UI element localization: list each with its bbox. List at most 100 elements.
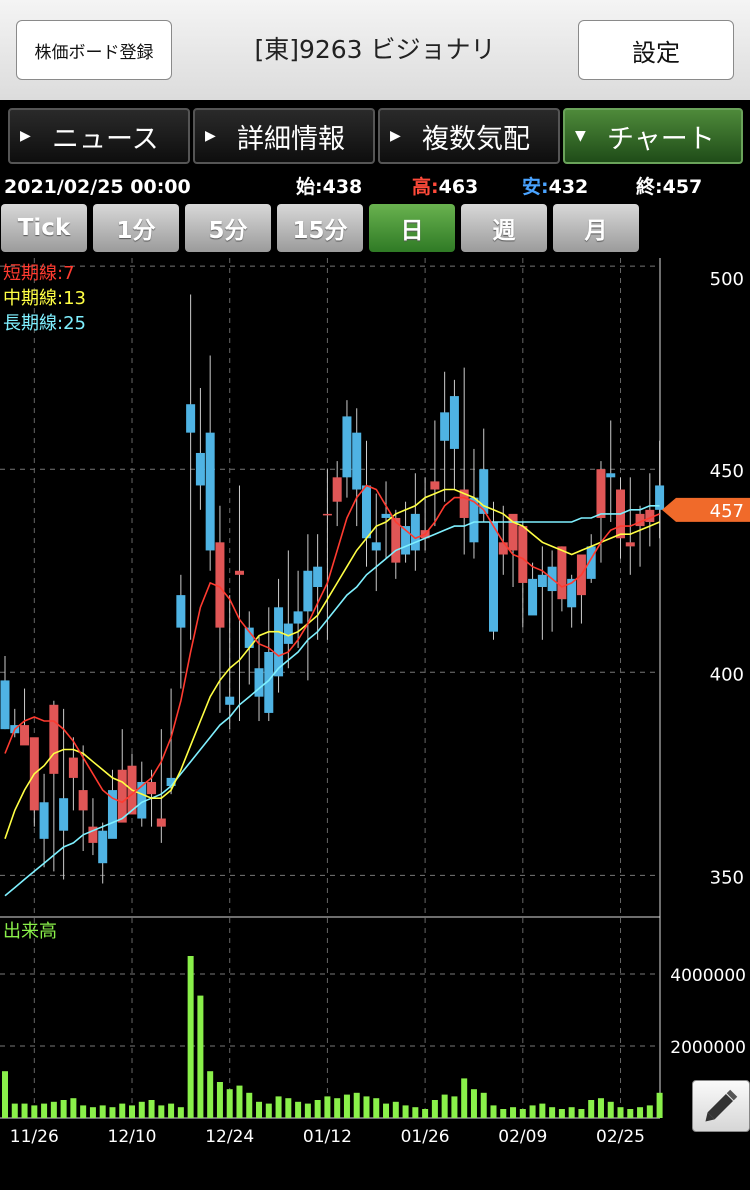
date-tick-label: 12/10 bbox=[108, 1127, 157, 1147]
candle-body bbox=[234, 570, 244, 575]
candle-body bbox=[537, 574, 547, 587]
close-value: 457 bbox=[662, 176, 703, 198]
date-tick-label: 12/24 bbox=[205, 1127, 254, 1147]
date-tick-label: 02/25 bbox=[596, 1127, 645, 1147]
volume-bar bbox=[246, 1092, 253, 1118]
legend-volume: 出来高 bbox=[3, 921, 57, 942]
volume-bar bbox=[529, 1105, 536, 1118]
volume-bar bbox=[89, 1107, 96, 1118]
volume-bar bbox=[226, 1089, 233, 1118]
volume-bar bbox=[353, 1092, 360, 1118]
candle-body bbox=[303, 570, 313, 612]
date-tick-label: 02/09 bbox=[498, 1127, 547, 1147]
pencil-icon bbox=[705, 1089, 738, 1122]
candle-body bbox=[225, 696, 235, 705]
volume-bar bbox=[383, 1103, 390, 1118]
volume-bar bbox=[324, 1096, 331, 1118]
candle-body bbox=[117, 769, 127, 823]
volume-bar bbox=[627, 1109, 634, 1118]
volume-bar bbox=[158, 1105, 165, 1118]
volume-bar bbox=[588, 1100, 595, 1118]
price-tick-label: 450 bbox=[710, 461, 744, 482]
volume-bar bbox=[70, 1098, 77, 1118]
candle-body bbox=[147, 781, 157, 795]
volume-bar bbox=[480, 1092, 487, 1118]
info-tabs: ▶ ニュース ▶ 詳細情報 ▶ 複数気配 ▼ チャート bbox=[0, 100, 750, 170]
tab-multi-quote[interactable]: ▶ 複数気配 bbox=[378, 108, 560, 164]
volume-bar bbox=[256, 1101, 263, 1118]
volume-bar bbox=[617, 1107, 624, 1118]
candle-body bbox=[342, 416, 352, 478]
volume-bar bbox=[80, 1105, 87, 1118]
candle-body bbox=[195, 452, 205, 486]
period-week-button[interactable]: 週 bbox=[461, 204, 547, 252]
volume-bar bbox=[422, 1109, 429, 1118]
volume-bar bbox=[539, 1103, 546, 1118]
tab-news[interactable]: ▶ ニュース bbox=[8, 108, 190, 164]
period-month-button[interactable]: 月 bbox=[553, 204, 639, 252]
low-price: 安:432 bbox=[522, 174, 588, 200]
candle-body bbox=[449, 396, 459, 449]
volume-bar bbox=[129, 1105, 136, 1118]
ma-mid-line bbox=[4, 488, 660, 840]
candle-body bbox=[430, 481, 440, 490]
candle-body bbox=[371, 542, 381, 551]
volume-bar bbox=[470, 1089, 477, 1118]
candle-body bbox=[205, 432, 215, 551]
triangle-right-icon: ▶ bbox=[390, 128, 401, 144]
legend-mid-ma: 中期線:13 bbox=[3, 288, 86, 309]
volume-bar bbox=[334, 1098, 341, 1118]
candle-body bbox=[557, 546, 567, 600]
price-tick-label: 350 bbox=[710, 867, 744, 888]
open-value: 438 bbox=[322, 176, 363, 198]
volume-bar bbox=[148, 1100, 155, 1118]
period-tick-button[interactable]: Tick bbox=[1, 204, 87, 252]
volume-bar bbox=[275, 1096, 282, 1118]
tab-label: ニュース bbox=[52, 123, 159, 155]
add-to-board-button[interactable]: 株価ボード登録 bbox=[16, 20, 172, 80]
volume-bar bbox=[187, 956, 194, 1118]
volume-bar bbox=[21, 1103, 28, 1118]
candle-body bbox=[606, 473, 616, 478]
volume-bar bbox=[295, 1101, 302, 1118]
volume-bar bbox=[578, 1109, 585, 1118]
candle-body bbox=[332, 477, 342, 502]
period-day-button[interactable]: 日 bbox=[369, 204, 455, 252]
candle-body bbox=[352, 432, 362, 490]
ma-short-line bbox=[4, 484, 660, 804]
period-15min-button[interactable]: 15分 bbox=[277, 204, 363, 252]
candle-body bbox=[59, 798, 69, 831]
volume-bar bbox=[285, 1098, 292, 1118]
candle-body bbox=[381, 513, 391, 518]
volume-tick-label: 2000000 bbox=[670, 1038, 746, 1058]
candle-body bbox=[410, 513, 420, 551]
volume-bar bbox=[490, 1105, 497, 1118]
volume-bar bbox=[431, 1100, 438, 1118]
candle-body bbox=[176, 595, 186, 628]
tab-chart[interactable]: ▼ チャート bbox=[563, 108, 743, 164]
current-price-label: 457 bbox=[710, 501, 744, 522]
draw-tool-button[interactable] bbox=[692, 1080, 750, 1132]
volume-bar bbox=[558, 1109, 565, 1118]
volume-bar bbox=[597, 1098, 604, 1118]
period-1min-button[interactable]: 1分 bbox=[93, 204, 179, 252]
volume-bar bbox=[11, 1103, 18, 1118]
stock-chart[interactable]: 500 450 400 350 4000000 2000000 11/26 12/10 12/2… bbox=[0, 258, 750, 1148]
top-bar: 株価ボード登録 [東]9263 ビジョナリ 設定 bbox=[0, 0, 750, 101]
candle-body bbox=[625, 542, 635, 547]
volume-bar bbox=[461, 1078, 468, 1118]
candle-body bbox=[489, 522, 498, 632]
tab-details[interactable]: ▶ 詳細情報 bbox=[193, 108, 375, 164]
candle-body bbox=[39, 802, 49, 839]
price-tick-label: 500 bbox=[710, 269, 744, 290]
volume-bar bbox=[510, 1107, 517, 1118]
volume-bar bbox=[168, 1103, 175, 1118]
settings-button[interactable]: 設定 bbox=[578, 20, 734, 80]
legend-short-ma: 短期線:7 bbox=[3, 263, 75, 284]
candle-body bbox=[0, 680, 10, 730]
period-5min-button[interactable]: 5分 bbox=[185, 204, 271, 252]
volume-bar bbox=[119, 1103, 126, 1118]
quote-datetime: 2021/02/25 00:00 bbox=[4, 176, 191, 198]
volume-bar bbox=[216, 1082, 223, 1118]
date-tick-label: 01/26 bbox=[401, 1127, 450, 1147]
